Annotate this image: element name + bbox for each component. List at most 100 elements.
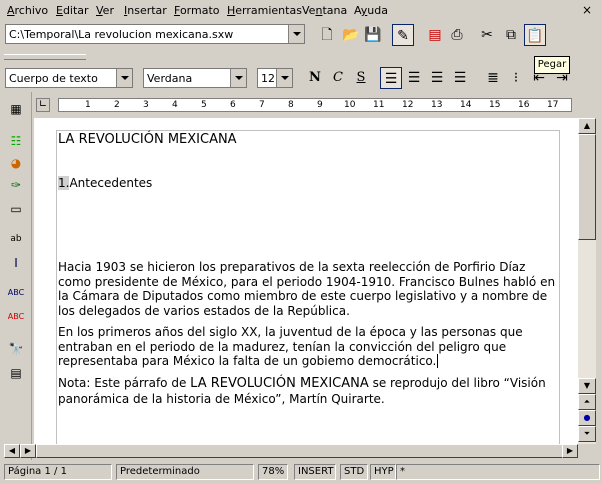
ruler-number: 13 — [431, 100, 443, 110]
close-document-button[interactable]: × — [582, 3, 592, 17]
ruler-number: 1 — [85, 100, 91, 110]
ruler-number: 14 — [460, 100, 472, 110]
formatting-toolbar: Cuerpo de texto Verdana 12 N C S ☰ ☰ ☰ ☰… — [0, 64, 602, 92]
font-size-combo[interactable]: 12 — [257, 68, 293, 88]
next-page-button[interactable]: ⏷ — [578, 426, 596, 442]
url-text: C:\Temporal\La revolucion mexicana.sxw — [9, 28, 234, 41]
menu-herramientas[interactable]: Herramientas — [227, 4, 302, 17]
autospellcheck-icon[interactable]: ABC — [7, 308, 25, 326]
text-cursor-icon[interactable]: I — [7, 254, 25, 272]
insert-object-icon[interactable]: ◕ — [7, 154, 25, 172]
align-left-icon[interactable]: ☰ — [380, 67, 402, 89]
status-page[interactable]: Página 1 / 1 — [4, 464, 112, 480]
copy-icon[interactable]: ⧉ — [500, 24, 522, 46]
scroll-right-small-button[interactable]: ▶ — [20, 444, 36, 458]
ruler-number: 15 — [489, 100, 501, 110]
status-insert-mode[interactable]: INSERT — [294, 464, 336, 480]
ruler-number: 10 — [344, 100, 356, 110]
scroll-left-button[interactable]: ◀ — [4, 444, 20, 458]
main-toolbar: ▦ ☷ ◕ ✑ ▭ ab I ABC ABC 🔭 ▤ — [0, 92, 32, 460]
align-right-icon[interactable]: ☰ — [426, 67, 448, 89]
paragraph-2[interactable]: En los primeros años del siglo XX, la ju… — [58, 325, 562, 369]
autocomplete-icon[interactable]: ab — [7, 230, 25, 248]
menu-bar: Archivo Editar Ver Insertar Formato Herr… — [0, 0, 602, 22]
vertical-scrollbar[interactable]: ▲ ▼ ⏶ ● ⏷ — [578, 118, 596, 444]
menu-formato[interactable]: Formato — [174, 4, 220, 17]
status-hyperlink-mode[interactable]: HYP — [370, 464, 396, 480]
tab-stop-type-icon[interactable]: ∟ — [36, 98, 50, 112]
ruler-number: 3 — [143, 100, 149, 110]
data-sources-icon[interactable]: ▤ — [7, 364, 25, 382]
document-title[interactable]: LA REVOLUCIÓN MEXICANA — [58, 132, 237, 147]
status-selection-mode[interactable]: STD — [340, 464, 368, 480]
show-draw-functions-icon[interactable]: ✑ — [7, 176, 25, 194]
scroll-right-button[interactable]: ▶ — [562, 444, 578, 458]
ruler-number: 16 — [518, 100, 530, 110]
status-bar: Página 1 / 1 Predeterminado 78% INSERT S… — [0, 462, 602, 482]
find-replace-icon[interactable]: 🔭 — [7, 340, 25, 358]
align-center-icon[interactable]: ☰ — [403, 67, 425, 89]
function-toolbar: C:\Temporal\La revolucion mexicana.sxw 🗋… — [0, 22, 602, 50]
horizontal-ruler: ∟ 1 2 3 4 5 6 7 8 9 10 11 12 13 14 15 16… — [34, 96, 578, 116]
bullets-icon[interactable]: ⁝ — [505, 67, 527, 89]
heading-antecedentes[interactable]: 1.Antecedentes — [58, 176, 152, 190]
ruler-scale[interactable]: 1 2 3 4 5 6 7 8 9 10 11 12 13 14 15 16 1… — [58, 98, 572, 112]
paragraph-2-text: En los primeros años del siglo XX, la ju… — [58, 325, 523, 368]
font-name-combo[interactable]: Verdana — [143, 68, 247, 88]
horizontal-scroll-thumb[interactable] — [36, 444, 564, 458]
save-icon[interactable]: 💾 — [362, 24, 384, 46]
scroll-thumb[interactable] — [578, 134, 596, 240]
insert-fields-icon[interactable]: ☷ — [7, 132, 25, 150]
status-document-modified: * — [396, 464, 600, 480]
font-name-dropdown[interactable] — [230, 69, 246, 87]
numbering-icon[interactable]: ≣ — [482, 67, 504, 89]
text-cursor — [437, 354, 439, 368]
bold-button[interactable]: N — [304, 67, 326, 89]
paragraph-style-combo[interactable]: Cuerpo de texto — [5, 68, 133, 88]
print-icon[interactable]: ⎙ — [446, 24, 468, 46]
export-pdf-icon[interactable]: ▤ — [424, 24, 446, 46]
cut-icon[interactable]: ✂ — [476, 24, 498, 46]
italic-button[interactable]: C — [327, 67, 349, 89]
previous-page-button[interactable]: ⏶ — [578, 394, 596, 410]
status-zoom[interactable]: 78% — [258, 464, 288, 480]
menu-ver[interactable]: Ver — [96, 4, 114, 17]
paragraph-3[interactable]: Nota: Este párrafo de LA REVOLUCIÓN MEXI… — [58, 376, 562, 406]
spellcheck-icon[interactable]: ABC — [7, 284, 25, 302]
url-dropdown-button[interactable] — [288, 25, 304, 43]
scroll-up-button[interactable]: ▲ — [578, 118, 596, 134]
ruler-number: 2 — [114, 100, 120, 110]
align-justify-icon[interactable]: ☰ — [449, 67, 471, 89]
horizontal-scrollbar[interactable]: ◀ ▶ ▶ — [4, 444, 578, 458]
scroll-down-button[interactable]: ▼ — [578, 378, 596, 394]
paragraph-1[interactable]: Hacia 1903 se hicieron los preparativos … — [58, 260, 562, 318]
document-view[interactable]: LA REVOLUCIÓN MEXICANA 1.Antecedentes Ha… — [34, 118, 578, 444]
menu-insertar[interactable]: Insertar — [124, 4, 167, 17]
ruler-number: 7 — [259, 100, 265, 110]
toolbar-separator — [0, 50, 602, 64]
font-size-value: 12 — [261, 72, 275, 85]
new-document-icon[interactable]: 🗋 — [316, 24, 338, 46]
heading-number: 1. — [58, 176, 70, 190]
status-page-style[interactable]: Predeterminado — [116, 464, 254, 480]
menu-ayuda[interactable]: Ayuda — [354, 4, 388, 17]
paragraph-3-text-a: Nota: Este párrafo de — [58, 376, 191, 390]
font-size-dropdown[interactable] — [276, 69, 292, 87]
form-functions-icon[interactable]: ▭ — [7, 200, 25, 218]
menu-ventana[interactable]: Ventana — [302, 4, 347, 17]
menu-archivo[interactable]: Archivo — [7, 4, 48, 17]
paste-icon[interactable]: 📋 — [524, 24, 546, 46]
edit-file-icon[interactable]: ✎ — [392, 24, 414, 46]
url-combobox[interactable]: C:\Temporal\La revolucion mexicana.sxw — [5, 24, 305, 44]
open-folder-icon[interactable]: 📂 — [340, 24, 362, 46]
font-name-value: Verdana — [147, 72, 193, 85]
paragraph-3-title-ref: LA REVOLUCIÓN MEXICANA — [190, 376, 369, 391]
navigation-button[interactable]: ● — [578, 410, 596, 426]
ruler-number: 17 — [547, 100, 559, 110]
underline-button[interactable]: S — [350, 67, 372, 89]
heading-text: Antecedentes — [69, 176, 153, 190]
ruler-number: 6 — [230, 100, 236, 110]
insert-table-icon[interactable]: ▦ — [7, 100, 25, 118]
menu-editar[interactable]: Editar — [56, 4, 89, 17]
paragraph-style-dropdown[interactable] — [116, 69, 132, 87]
